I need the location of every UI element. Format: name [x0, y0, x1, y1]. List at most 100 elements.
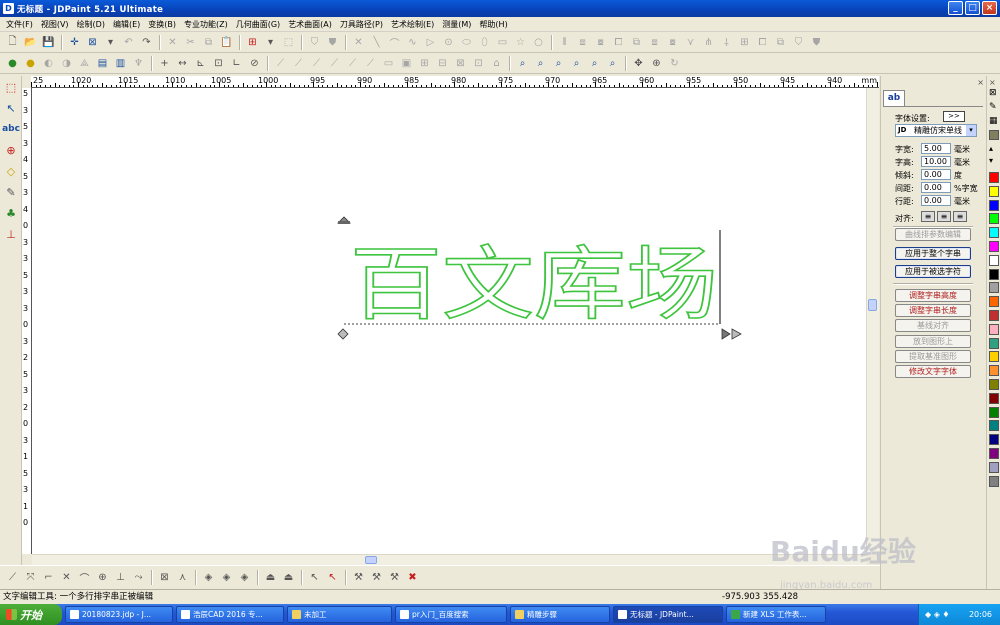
group-icon[interactable]: ⧈ [574, 34, 591, 51]
right-handle-icon[interactable] [731, 328, 742, 340]
color-swatch[interactable] [989, 434, 999, 446]
snap-10-icon[interactable]: ⊟ [434, 55, 451, 72]
circle-icon[interactable]: ○ [530, 34, 547, 51]
fill-tool-icon[interactable]: ♣ [1, 203, 21, 223]
erase-tool-icon[interactable]: ⚒ [386, 569, 403, 586]
color-swatch[interactable] [989, 379, 999, 390]
zoom-selected-icon[interactable]: ⌕ [586, 55, 603, 72]
redo-icon[interactable]: ↷ [138, 34, 155, 51]
align-center-button[interactable]: ≡ [937, 211, 951, 222]
menu-professional[interactable]: 专业功能(Z) [180, 19, 232, 30]
minimize-button[interactable]: _ [948, 1, 963, 15]
mirror-2-icon[interactable]: ⏏ [280, 569, 297, 586]
arc-trim-icon[interactable]: ⌒ [76, 569, 93, 586]
char-width-input[interactable]: 5.00 [921, 143, 951, 154]
angle-dimension-icon[interactable]: ⊾ [192, 55, 209, 72]
line-spacing-input[interactable]: 0.00 [921, 195, 951, 206]
taskbar-item[interactable]: 20180823.jdp - J... [65, 606, 173, 623]
pan-icon[interactable]: ✥ [630, 55, 647, 72]
shield-filled-icon[interactable]: ⛊ [324, 34, 341, 51]
place-on-shape-button[interactable]: 放到图形上 [895, 335, 971, 348]
node-edit-icon[interactable]: ⋎ [682, 34, 699, 51]
horizontal-scroll-thumb[interactable] [365, 556, 377, 564]
adjust-height-button[interactable]: 调整字串高度 [895, 289, 971, 302]
grid-icon[interactable]: ⊞ [244, 34, 261, 51]
cancel-x-icon[interactable]: ✖ [404, 569, 421, 586]
measure-tool-icon[interactable]: ⊥ [1, 224, 21, 244]
color-swatch[interactable] [989, 310, 999, 321]
cut-icon[interactable]: ✂ [182, 34, 199, 51]
taskbar-item[interactable]: pr入门_百度搜索 [395, 606, 507, 623]
menu-edit[interactable]: 编辑(E) [109, 19, 144, 30]
align-right-button[interactable]: ≡ [953, 211, 967, 222]
arc-icon[interactable]: ⌒ [386, 34, 403, 51]
snap-11-icon[interactable]: ⊠ [452, 55, 469, 72]
crosshair-icon[interactable]: ✛ [66, 34, 83, 51]
extend-icon[interactable]: ⤧ [22, 569, 39, 586]
layer-hide-icon[interactable]: ◑ [58, 55, 75, 72]
rectangle-icon[interactable]: ▭ [494, 34, 511, 51]
diamond-node-2-icon[interactable]: ◈ [218, 569, 235, 586]
palette-close-icon[interactable]: × [989, 78, 996, 87]
modify-font-button[interactable]: 修改文字字体 [895, 365, 971, 378]
zoom-in-icon[interactable]: ⌕ [532, 55, 549, 72]
color-swatch[interactable] [989, 337, 999, 349]
pattern-icon[interactable]: ▦ [989, 116, 998, 126]
select-box-icon[interactable]: ⊠ [84, 34, 101, 51]
trim-icon[interactable]: ⸸ [718, 34, 735, 51]
chevron-down-icon[interactable]: ▾ [966, 125, 976, 136]
ungroup-icon[interactable]: ⧇ [592, 34, 609, 51]
adjust-length-button[interactable]: 调整字串长度 [895, 304, 971, 317]
cross-point-icon[interactable]: ✕ [350, 34, 367, 51]
zoom-all-icon[interactable]: ⌕ [568, 55, 585, 72]
node-corner-icon[interactable]: ⋏ [174, 569, 191, 586]
taskbar-item[interactable]: 新建 XLS 工作表... [726, 606, 826, 623]
color-swatch[interactable] [989, 213, 999, 225]
measure-curve-icon[interactable]: ⊘ [246, 55, 263, 72]
zoom-previous-icon[interactable]: ⌕ [604, 55, 621, 72]
polyline-icon[interactable]: ▷ [422, 34, 439, 51]
palette-scroll-up-icon[interactable]: ▴ [989, 144, 993, 153]
eyedropper-icon[interactable]: ✎ [989, 102, 997, 112]
mirror-icon[interactable]: ⏏ [262, 569, 279, 586]
align-left-icon[interactable]: ⫴ [556, 34, 573, 51]
undo-icon[interactable]: ↶ [120, 34, 137, 51]
node-tool-icon[interactable]: ↖ [1, 98, 21, 118]
extract-base-button[interactable]: 提取基准图形 [895, 350, 971, 363]
weld-icon[interactable]: ⧠ [610, 34, 627, 51]
slant-input[interactable]: 0.00 [921, 169, 951, 180]
color-swatch[interactable] [989, 323, 999, 335]
box-dimension-icon[interactable]: ⊡ [210, 55, 227, 72]
start-button[interactable]: 开始 [0, 604, 62, 625]
intersect-icon[interactable]: ✕ [58, 569, 75, 586]
snap-5-icon[interactable]: ⟋ [344, 55, 361, 72]
ellipse-alt-icon[interactable]: ⬯ [476, 34, 493, 51]
ortho-icon[interactable]: ∟ [228, 55, 245, 72]
taskbar-item[interactable]: 未加工 [287, 606, 392, 623]
color-swatch[interactable] [989, 282, 999, 294]
apply-selected-button[interactable]: 应用于被选字符 [895, 265, 971, 278]
mask-filled-icon[interactable]: ⛊ [808, 34, 825, 51]
layer-show-icon[interactable]: ◐ [40, 55, 57, 72]
node-box-icon[interactable]: ⊠ [156, 569, 173, 586]
snap-3-icon[interactable]: ⟋ [308, 55, 325, 72]
curve-params-button[interactable]: 曲线排参数编辑 [895, 228, 971, 241]
spline-icon[interactable]: ∿ [404, 34, 421, 51]
weld-tool-icon[interactable]: ⚒ [350, 569, 367, 586]
text-tab[interactable]: ab [883, 90, 905, 106]
menu-transform[interactable]: 变换(B) [144, 19, 180, 30]
offset-icon[interactable]: ⧠ [754, 34, 771, 51]
open-folder-icon[interactable]: 📂 [22, 34, 39, 51]
snap-7-icon[interactable]: ▭ [380, 55, 397, 72]
color-swatch[interactable] [989, 365, 999, 377]
box-3d-icon[interactable]: ⬚ [280, 34, 297, 51]
apply-all-button[interactable]: 应用于整个字串 [895, 247, 971, 260]
color-swatch[interactable] [989, 199, 999, 211]
bend-icon[interactable]: ⤳ [130, 569, 147, 586]
circle-target-icon[interactable]: ⊕ [94, 569, 111, 586]
color-swatch[interactable] [989, 420, 999, 432]
snap-2-icon[interactable]: ⟋ [290, 55, 307, 72]
right-handle-icon[interactable] [721, 328, 731, 340]
maximize-button[interactable]: □ [965, 1, 980, 15]
transform-tool-icon[interactable]: ⊕ [1, 140, 21, 160]
